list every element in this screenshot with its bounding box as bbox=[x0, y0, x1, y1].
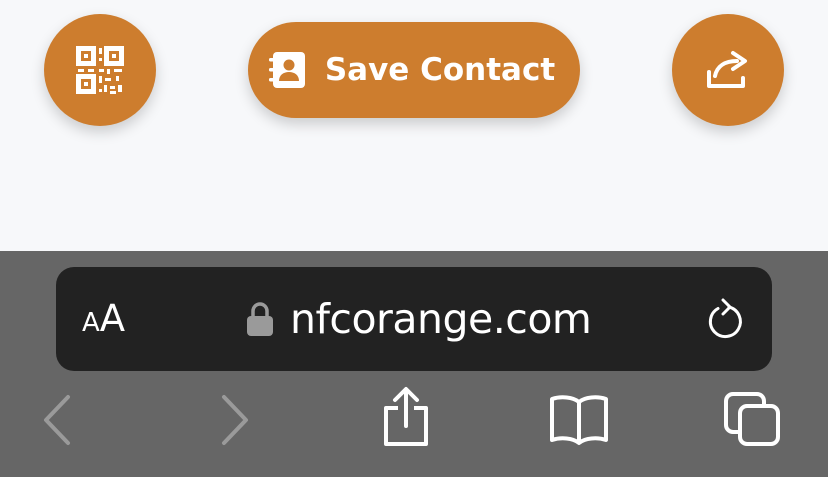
share-arrow-icon bbox=[707, 51, 747, 88]
save-contact-label: Save Contact bbox=[324, 52, 556, 88]
address-book-icon bbox=[267, 50, 307, 90]
text-size-large-label: A bbox=[99, 297, 126, 340]
share-contact-button[interactable] bbox=[672, 14, 784, 126]
share-icon[interactable] bbox=[380, 386, 432, 448]
url-field[interactable]: nfcorange.com bbox=[246, 294, 592, 343]
chevron-right-icon[interactable] bbox=[218, 394, 254, 446]
lock-icon bbox=[247, 302, 273, 336]
save-contact-button[interactable]: Save Contact bbox=[248, 22, 580, 118]
book-icon[interactable] bbox=[548, 394, 610, 446]
qr-code-icon bbox=[76, 46, 124, 94]
chevron-left-icon[interactable] bbox=[38, 394, 74, 446]
text-size-button[interactable]: AA bbox=[82, 300, 125, 337]
text-size-small-label: A bbox=[82, 308, 100, 338]
reload-icon[interactable] bbox=[704, 298, 746, 342]
web-page-content: Save Contact bbox=[0, 0, 828, 251]
tabs-icon[interactable] bbox=[722, 390, 784, 448]
url-text: nfcorange.com bbox=[290, 294, 592, 343]
qr-code-button[interactable] bbox=[44, 14, 156, 126]
address-bar[interactable]: AA nfcorange.com bbox=[56, 267, 772, 371]
